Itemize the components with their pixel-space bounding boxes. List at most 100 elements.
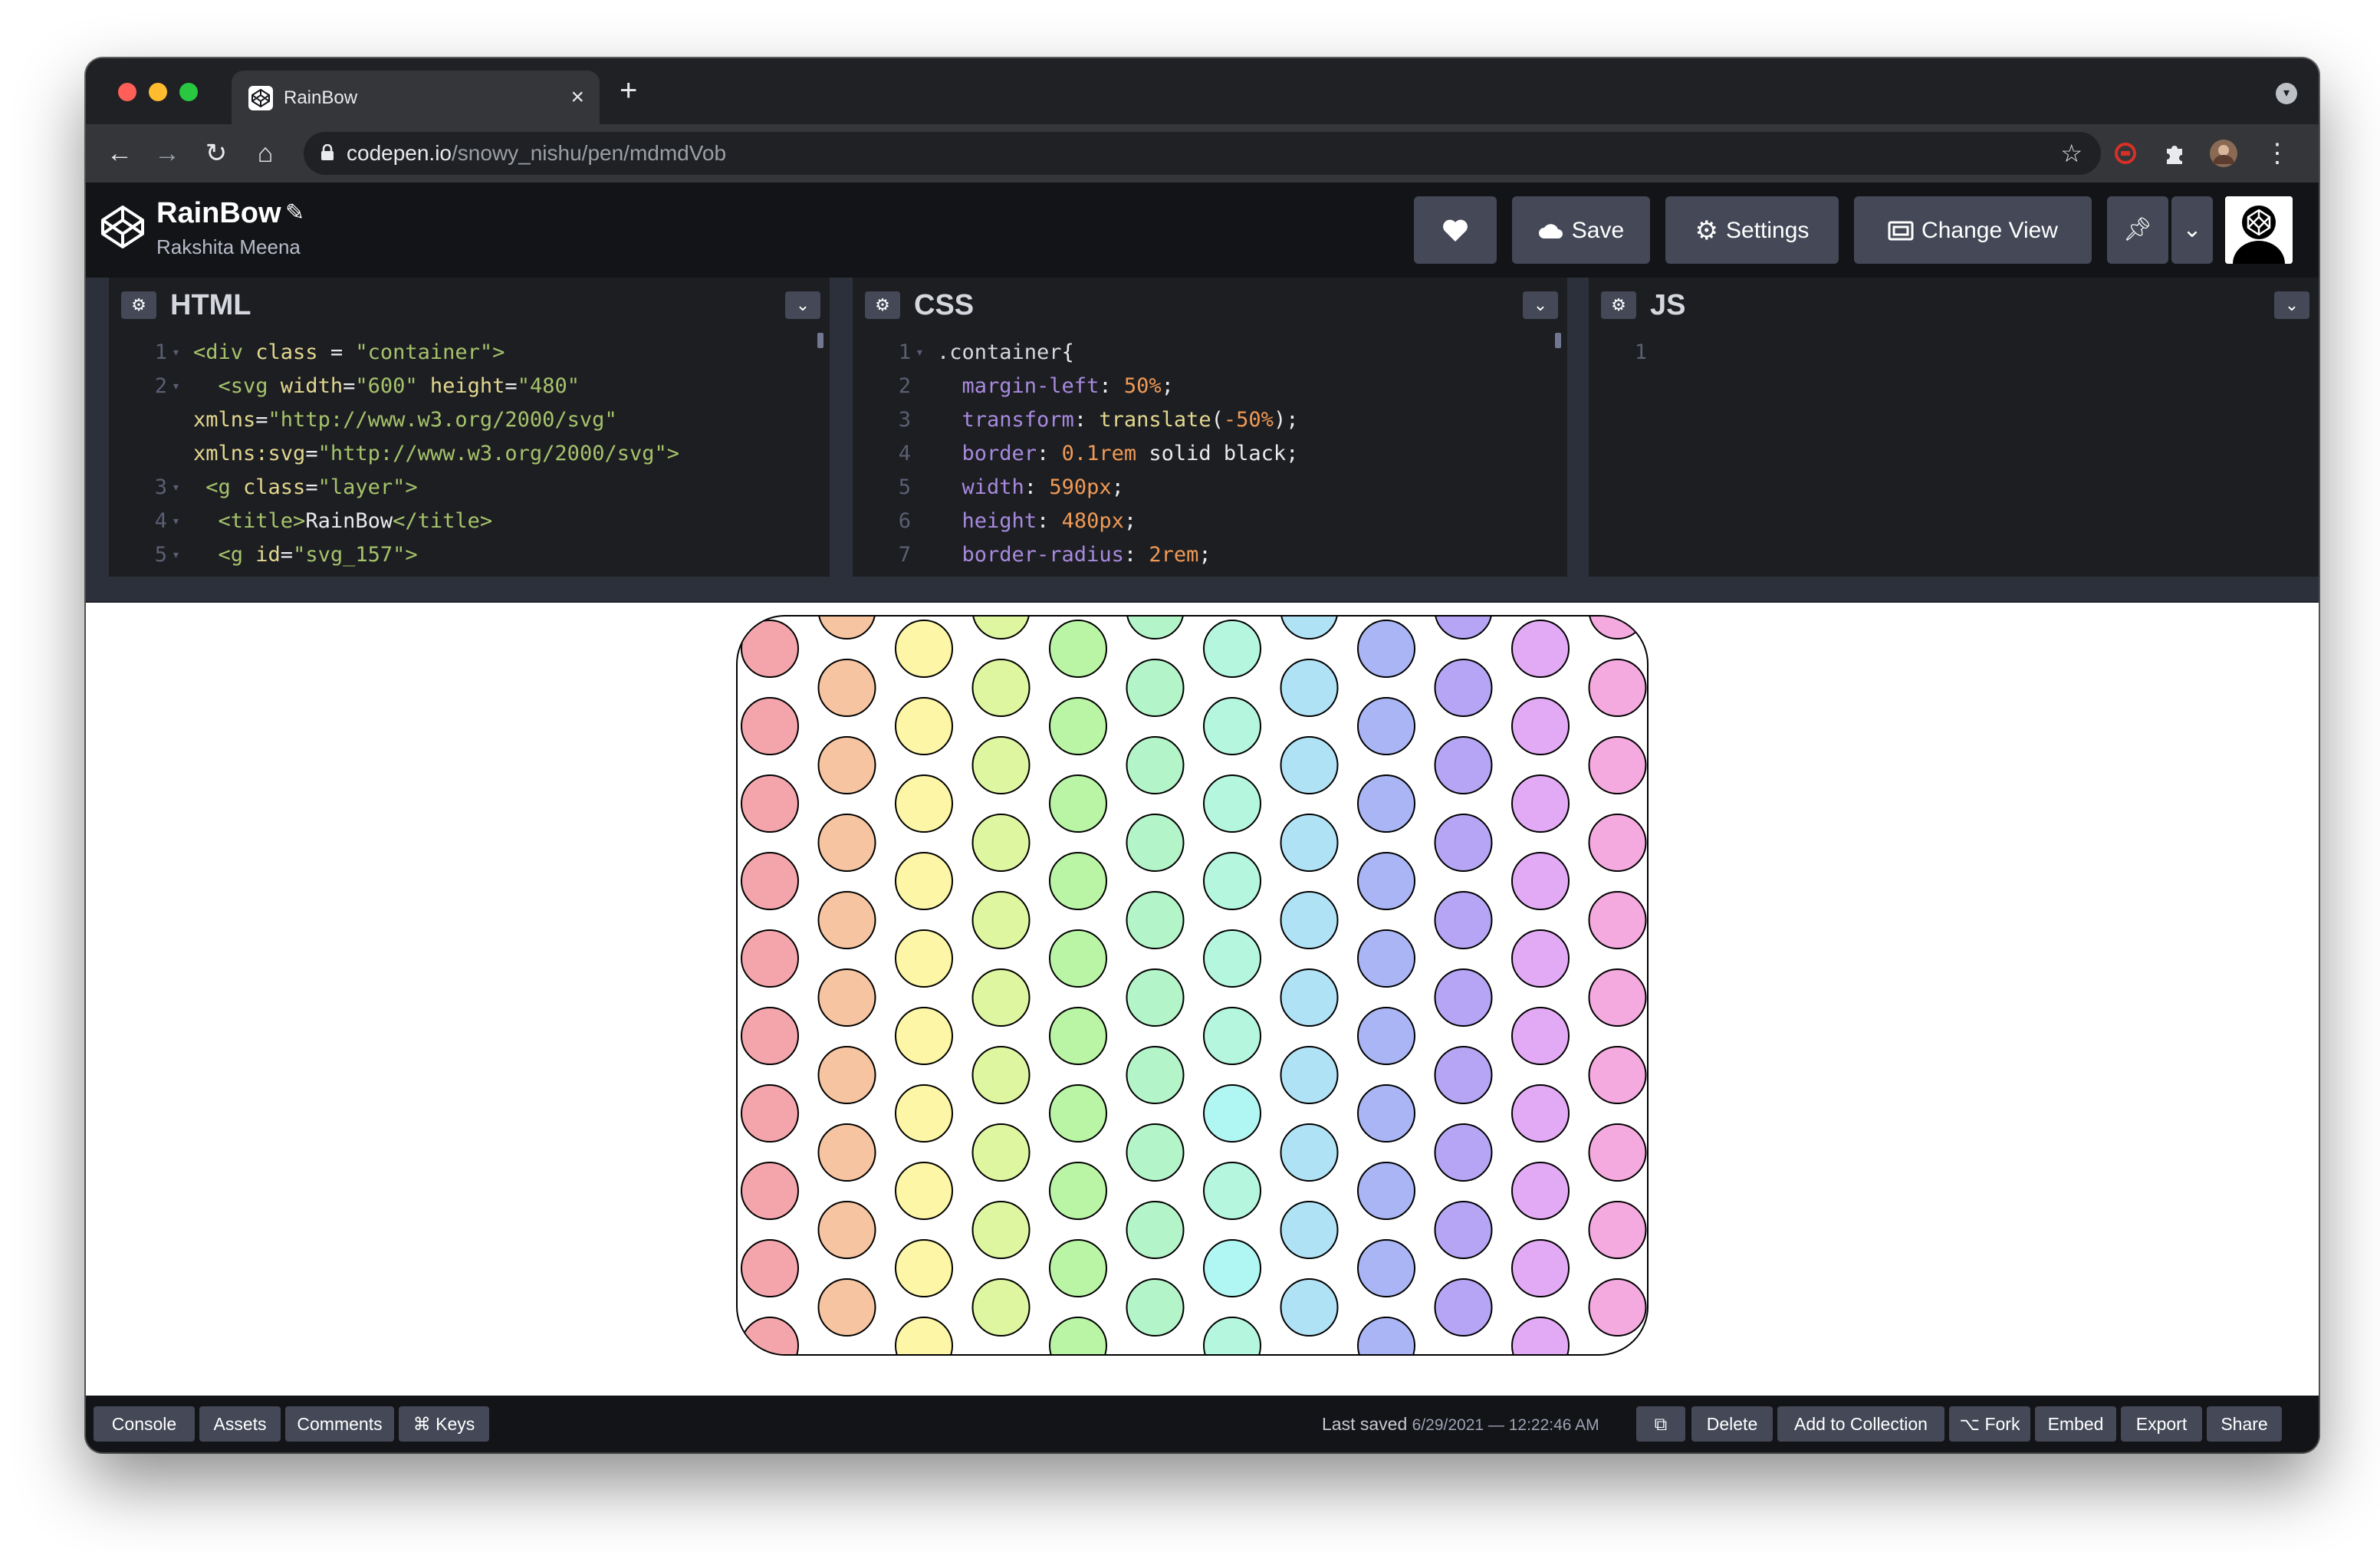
like-button[interactable] — [1414, 196, 1497, 264]
code-line[interactable]: xmlns="http://www.w3.org/2000/svg" — [109, 403, 830, 437]
edit-title-pencil-icon[interactable]: ✎ — [285, 199, 304, 227]
editor-resize-handle[interactable] — [86, 577, 2319, 603]
pen-title[interactable]: RainBow — [156, 196, 281, 230]
minimize-window-button[interactable] — [149, 83, 167, 101]
code-line[interactable]: xmlns:svg="http://www.w3.org/2000/svg"> — [109, 437, 830, 471]
add-to-collection-button[interactable]: Add to Collection — [1777, 1406, 1944, 1442]
rainbow-circle — [1357, 1084, 1415, 1143]
code-line[interactable]: 6 height: 480px; — [853, 505, 1567, 538]
rainbow-circle — [1435, 617, 1492, 640]
browser-tab[interactable]: RainBow × — [232, 71, 600, 124]
rainbow-circle — [1588, 1123, 1647, 1182]
pen-author[interactable]: Rakshita Meena — [156, 235, 301, 259]
change-view-button[interactable]: Change View — [1854, 196, 2092, 264]
css-settings-gear-icon[interactable]: ⚙ — [865, 291, 900, 319]
back-arrow-icon[interactable]: ← — [104, 138, 135, 169]
rainbow-circle — [741, 1317, 799, 1354]
fold-arrow-icon[interactable]: ▾ — [172, 505, 180, 538]
code-line[interactable]: 5 width: 590px; — [853, 471, 1567, 505]
rainbow-circle — [1049, 852, 1107, 910]
home-icon[interactable]: ⌂ — [250, 138, 281, 169]
fold-arrow-icon[interactable]: ▾ — [172, 538, 180, 572]
maximize-window-button[interactable] — [179, 83, 198, 101]
new-tab-button[interactable]: + — [620, 75, 637, 106]
rainbow-circle — [741, 774, 799, 833]
pin-dropdown-button[interactable]: ⌄ — [2171, 196, 2213, 264]
rainbow-circle — [1511, 1317, 1570, 1354]
html-scrollbar[interactable] — [817, 333, 823, 348]
line-number: 4 — [898, 442, 911, 465]
rainbow-circle — [1049, 1317, 1107, 1354]
open-external-icon[interactable]: ⧉ — [1636, 1406, 1685, 1442]
code-line[interactable]: 5 ▾ <g id="svg_157"> — [109, 538, 830, 572]
browser-menu-icon[interactable]: ⋮ — [2262, 138, 2293, 169]
code-line[interactable]: 4 border: 0.1rem solid black; — [853, 437, 1567, 471]
code-line[interactable]: 3 transform: translate(-50%); — [853, 403, 1567, 437]
delete-button[interactable]: Delete — [1691, 1406, 1773, 1442]
comments-button[interactable]: Comments — [285, 1406, 394, 1442]
tab-search-icon[interactable]: ▾ — [2276, 83, 2297, 104]
fold-arrow-icon[interactable]: ▾ — [172, 471, 180, 505]
settings-label: Settings — [1726, 218, 1810, 244]
code-line[interactable]: 7 border-radius: 2rem; — [853, 538, 1567, 572]
code-line[interactable]: 1 ▾ <div class = "container"> — [109, 336, 830, 370]
bookmark-star-icon[interactable]: ☆ — [2060, 140, 2082, 167]
rainbow-circle — [971, 1278, 1031, 1337]
rainbow-circle — [971, 1046, 1031, 1104]
tab-close-icon[interactable]: × — [570, 84, 584, 110]
user-avatar[interactable] — [2225, 196, 2293, 264]
html-collapse-chevron-icon[interactable]: ⌄ — [785, 291, 820, 319]
address-bar[interactable]: codepen.io/snowy_nishu/pen/mdmdVob ☆ — [304, 132, 2101, 175]
rainbow-circle — [741, 1007, 799, 1065]
keys-button[interactable]: ⌘ Keys — [399, 1406, 489, 1442]
embed-button[interactable]: Embed — [2035, 1406, 2116, 1442]
css-scrollbar[interactable] — [1555, 333, 1561, 348]
js-editor[interactable]: ⚙ JS ⌄ 1 — [1589, 278, 2319, 577]
js-code-area[interactable]: 1 — [1589, 333, 2319, 577]
rainbow-circle — [818, 617, 876, 640]
css-collapse-chevron-icon[interactable]: ⌄ — [1523, 291, 1558, 319]
settings-button[interactable]: ⚙ Settings — [1665, 196, 1839, 264]
js-settings-gear-icon[interactable]: ⚙ — [1601, 291, 1636, 319]
assets-button[interactable]: Assets — [199, 1406, 281, 1442]
share-button[interactable]: Share — [2207, 1406, 2282, 1442]
save-button[interactable]: Save — [1512, 196, 1650, 264]
close-window-button[interactable] — [118, 83, 136, 101]
forward-arrow-icon[interactable]: → — [152, 138, 182, 169]
rainbow-circle — [1511, 620, 1570, 678]
rainbow-circle — [1203, 1317, 1261, 1354]
html-settings-gear-icon[interactable]: ⚙ — [121, 291, 156, 319]
code-text: <div class = "container"> — [193, 340, 505, 364]
js-collapse-chevron-icon[interactable]: ⌄ — [2274, 291, 2309, 319]
css-code-area[interactable]: 1 ▾ .container{2 margin-left: 50%; 3 transf… — [853, 333, 1567, 577]
code-line[interactable]: 1 ▾ .container{ — [853, 336, 1567, 370]
html-editor[interactable]: ⚙ HTML ⌄ 1 ▾ <div class = "container"> 2 ▾ <… — [109, 278, 830, 577]
code-line[interactable]: 3 ▾ <g class="layer"> — [109, 471, 830, 505]
fold-arrow-icon[interactable]: ▾ — [916, 336, 924, 370]
code-text: .container{ — [937, 340, 1074, 364]
html-code-area[interactable]: 1 ▾ <div class = "container"> 2 ▾ <svg width… — [109, 333, 830, 577]
heart-icon — [1443, 219, 1468, 242]
code-line[interactable]: 1 — [1589, 336, 2319, 370]
pin-button[interactable]: 📌︎ — [2107, 196, 2168, 264]
css-editor[interactable]: ⚙ CSS ⌄ 1 ▾ .container{2 margin-left: 50%;… — [853, 278, 1567, 577]
codepen-logo-icon[interactable] — [98, 202, 147, 252]
export-button[interactable]: Export — [2121, 1406, 2202, 1442]
rainbow-circle — [1588, 1201, 1647, 1259]
rainbow-circle — [1588, 659, 1647, 717]
extension-record-icon[interactable] — [2110, 138, 2141, 169]
fold-arrow-icon[interactable]: ▾ — [172, 336, 180, 370]
rainbow-circle — [971, 736, 1031, 794]
fork-button[interactable]: ⌥ Fork — [1949, 1406, 2030, 1442]
code-line[interactable]: 2 ▾ <svg width="600" height="480" — [109, 370, 830, 403]
code-line[interactable]: 2 margin-left: 50%; — [853, 370, 1567, 403]
rainbow-circle — [1203, 774, 1261, 833]
console-button[interactable]: Console — [94, 1406, 195, 1442]
reload-icon[interactable]: ↻ — [201, 138, 232, 169]
extensions-puzzle-icon[interactable] — [2159, 138, 2190, 169]
user-avatar-icon[interactable] — [2208, 138, 2239, 169]
fold-arrow-icon[interactable]: ▾ — [172, 370, 180, 403]
code-line[interactable]: 4 ▾ <title>RainBow</title> — [109, 505, 830, 538]
rainbow-circle — [1357, 1317, 1415, 1354]
rainbow-circle — [741, 1162, 799, 1220]
